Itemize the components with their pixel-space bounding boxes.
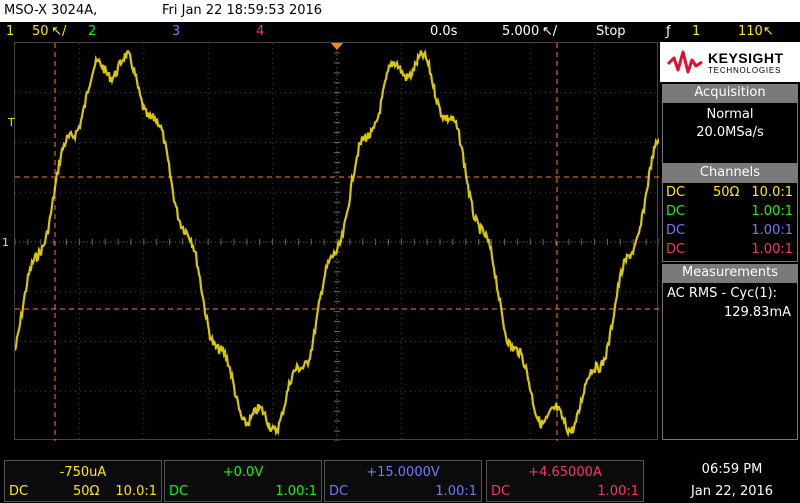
channel-3-bottom-coupling: DC bbox=[329, 484, 349, 499]
trigger-level-marker: T bbox=[8, 116, 15, 129]
horizontal-delay[interactable]: 0.0s bbox=[430, 24, 457, 39]
channel-2-offset: +0.0V bbox=[222, 465, 264, 480]
clock-date: Jan 22, 2016 bbox=[690, 484, 774, 499]
channel-1-impedance: 50Ω bbox=[713, 185, 740, 200]
logo-subtitle: TECHNOLOGIES bbox=[708, 66, 782, 75]
waveform-display[interactable] bbox=[14, 42, 659, 441]
trigger-level[interactable]: 110↖ bbox=[738, 24, 774, 39]
keysight-wave-icon bbox=[666, 50, 703, 74]
run-state[interactable]: Stop bbox=[596, 24, 626, 39]
scope-datetime: Fri Jan 22 18:59:53 2016 bbox=[162, 3, 323, 18]
channels-header[interactable]: Channels bbox=[662, 164, 798, 182]
measurement-label: AC RMS - Cyc(1): bbox=[667, 286, 778, 301]
channel-4-info-box[interactable]: +4.65000A DC 1.00:1 bbox=[486, 460, 644, 502]
channel-1-bottom-coupling: DC bbox=[9, 484, 29, 499]
channel-1-offset: -750uA bbox=[59, 465, 107, 480]
measurements-header[interactable]: Measurements bbox=[662, 264, 798, 282]
clock-time: 06:59 PM bbox=[701, 462, 763, 477]
channel-2-coupling: DC bbox=[666, 204, 686, 219]
channel-1-bottom-probe: 10.0:1 bbox=[115, 484, 157, 499]
trigger-source[interactable]: 1 bbox=[692, 24, 700, 39]
top-info-bar: MSO-X 3024A, Fri Jan 22 18:59:53 2016 bbox=[0, 0, 800, 22]
channel-1-coupling: DC bbox=[666, 185, 686, 200]
channel-3-bottom-probe: 1.00:1 bbox=[435, 484, 477, 499]
ch3-number[interactable]: 3 bbox=[172, 24, 180, 39]
acquisition-rate: 20.0MSa/s bbox=[696, 125, 764, 140]
channel-4-probe: 1.00:1 bbox=[751, 242, 793, 257]
channel-2-info-box[interactable]: +0.0V DC 1.00:1 bbox=[164, 460, 322, 502]
channels-box: DC 50Ω 10.0:1 DC 1.00:1 DC 1.00:1 DC 1.00:1 bbox=[662, 182, 798, 262]
graticule bbox=[15, 43, 659, 441]
acquisition-mode: Normal bbox=[706, 107, 754, 122]
channel-3-offset: +15.0000V bbox=[366, 465, 440, 480]
scope-model: MSO-X 3024A, bbox=[4, 3, 98, 18]
ch2-number[interactable]: 2 bbox=[88, 24, 96, 39]
channel-3-info-box[interactable]: +15.0000V DC 1.00:1 bbox=[324, 460, 482, 502]
logo-brand: KEYSIGHT bbox=[708, 50, 784, 66]
channel-1-probe: 10.0:1 bbox=[751, 185, 793, 200]
timebase-scale[interactable]: 5.000 ↖/ bbox=[502, 24, 557, 39]
measurement-value: 129.83mA bbox=[723, 305, 791, 320]
channel-4-bottom-probe: 1.00:1 bbox=[597, 484, 639, 499]
ch4-number[interactable]: 4 bbox=[256, 24, 264, 39]
channel-4-bottom-coupling: DC bbox=[491, 484, 511, 499]
channel-2-bottom-probe: 1.00:1 bbox=[275, 484, 317, 499]
ch1-number[interactable]: 1 bbox=[6, 24, 14, 39]
channel-1-bottom-impedance: 50Ω bbox=[73, 484, 100, 499]
trigger-position-marker[interactable] bbox=[331, 43, 343, 50]
measurements-box: AC RMS - Cyc(1): 129.83mA bbox=[662, 282, 798, 440]
channel-3-coupling: DC bbox=[666, 223, 686, 238]
status-bar: 1 50 ↖/ 2 3 4 0.0s 5.000 ↖/ Stop ƒ 1 110… bbox=[0, 22, 800, 42]
ch1-ground-marker: 1 bbox=[2, 236, 9, 249]
side-panel: KEYSIGHT TECHNOLOGIES Acquisition Normal… bbox=[660, 42, 800, 440]
channel-1-info-box[interactable]: -750uA DC 50Ω 10.0:1 bbox=[4, 460, 162, 502]
acquisition-box: Normal 20.0MSa/s bbox=[662, 102, 798, 164]
channel-2-bottom-coupling: DC bbox=[169, 484, 189, 499]
channel-4-offset: +4.65000A bbox=[528, 465, 602, 480]
keysight-logo: KEYSIGHT TECHNOLOGIES bbox=[660, 42, 800, 82]
channel-3-probe: 1.00:1 bbox=[751, 223, 793, 238]
ch1-scale[interactable]: 50 ↖/ bbox=[32, 24, 66, 39]
acquisition-header[interactable]: Acquisition bbox=[662, 84, 798, 102]
channel-2-probe: 1.00:1 bbox=[751, 204, 793, 219]
channel-4-coupling: DC bbox=[666, 242, 686, 257]
trigger-edge-icon[interactable]: ƒ bbox=[666, 24, 671, 39]
